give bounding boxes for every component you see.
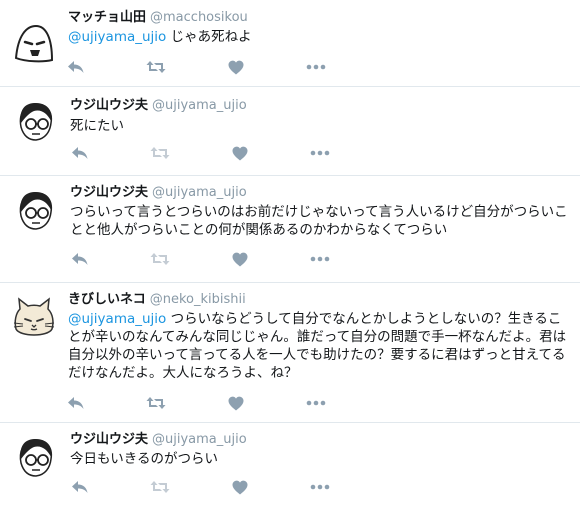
tweet: ウジ山ウジ夫 @ujiyama_ujio 死にたい (0, 87, 580, 175)
username[interactable]: @ujiyama_ujio (152, 185, 247, 200)
more-options-icon[interactable] (310, 144, 330, 162)
display-name[interactable]: マッチョ山田 (68, 10, 146, 25)
tweet-actions (66, 394, 336, 412)
tweet-header: マッチョ山田 @macchosikou (68, 10, 248, 26)
tweet-actions (70, 144, 340, 162)
mention-link[interactable]: @ujiyama_ujio (68, 29, 166, 45)
more-options-icon[interactable] (306, 58, 326, 76)
more-options-icon[interactable] (310, 478, 330, 496)
ghost-face-icon[interactable] (10, 18, 58, 66)
like-icon[interactable] (230, 250, 250, 268)
retweet-icon[interactable] (146, 58, 166, 76)
tweet-text: @ujiyama_ujio つらいならどうして自分でなんとかしようとしないの？生… (68, 310, 572, 382)
tweet-header: ウジ山ウジ夫 @ujiyama_ujio (70, 432, 247, 448)
tweet-body: 死にたい (70, 118, 124, 134)
tweet: ウジ山ウジ夫 @ujiyama_ujio つらいって言うとつらいのはお前だけじゃな… (0, 176, 580, 282)
display-name[interactable]: ウジ山ウジ夫 (70, 98, 148, 113)
username[interactable]: @ujiyama_ujio (152, 432, 247, 447)
tweet-body: じゃあ死ねよ (166, 29, 252, 45)
like-icon[interactable] (226, 58, 246, 76)
tweet-text: 死にたい (70, 117, 570, 135)
tweet-actions (70, 478, 340, 496)
retweet-icon (150, 478, 170, 496)
username[interactable]: @ujiyama_ujio (152, 98, 247, 113)
tweet-actions (66, 58, 336, 76)
tweet: きびしいネコ @neko_kibishii @ujiyama_ujio つらいなら… (0, 283, 580, 422)
retweet-icon (150, 250, 170, 268)
retweet-icon (150, 144, 170, 162)
mention-link[interactable]: @ujiyama_ujio (68, 311, 166, 327)
tweet-text: つらいって言うとつらいのはお前だけじゃないって言う人いるけど自分がつらいことと他… (70, 203, 570, 239)
glasses-man-icon[interactable] (12, 186, 60, 234)
reply-icon[interactable] (66, 58, 86, 76)
more-options-icon[interactable] (310, 250, 330, 268)
username[interactable]: @neko_kibishii (150, 292, 246, 307)
display-name[interactable]: ウジ山ウジ夫 (70, 185, 148, 200)
tweet-body: つらいって言うとつらいのはお前だけじゃないって言う人いるけど自分がつらいことと他… (70, 204, 568, 238)
reply-icon[interactable] (70, 478, 90, 496)
tweet-text: @ujiyama_ujio じゃあ死ねよ (68, 28, 568, 46)
tweet-actions (70, 250, 340, 268)
display-name[interactable]: ウジ山ウジ夫 (70, 432, 148, 447)
cat-face-icon[interactable] (10, 295, 58, 343)
retweet-icon[interactable] (146, 394, 166, 412)
tweet: マッチョ山田 @macchosikou @ujiyama_ujio じゃあ死ねよ (0, 0, 580, 86)
reply-icon[interactable] (70, 144, 90, 162)
tweet-body: 今日もいきるのがつらい (70, 451, 218, 467)
reply-icon[interactable] (70, 250, 90, 268)
tweet-text: 今日もいきるのがつらい (70, 450, 570, 468)
username[interactable]: @macchosikou (150, 10, 248, 25)
like-icon[interactable] (230, 478, 250, 496)
more-options-icon[interactable] (306, 394, 326, 412)
reply-icon[interactable] (66, 394, 86, 412)
like-icon[interactable] (230, 144, 250, 162)
tweet-header: ウジ山ウジ夫 @ujiyama_ujio (70, 185, 247, 201)
tweet-header: きびしいネコ @neko_kibishii (68, 292, 246, 308)
tweet: ウジ山ウジ夫 @ujiyama_ujio 今日もいきるのがつらい (0, 423, 580, 508)
glasses-man-icon[interactable] (12, 97, 60, 145)
glasses-man-icon[interactable] (12, 433, 60, 481)
like-icon[interactable] (226, 394, 246, 412)
tweet-header: ウジ山ウジ夫 @ujiyama_ujio (70, 98, 247, 114)
display-name[interactable]: きびしいネコ (68, 292, 146, 307)
